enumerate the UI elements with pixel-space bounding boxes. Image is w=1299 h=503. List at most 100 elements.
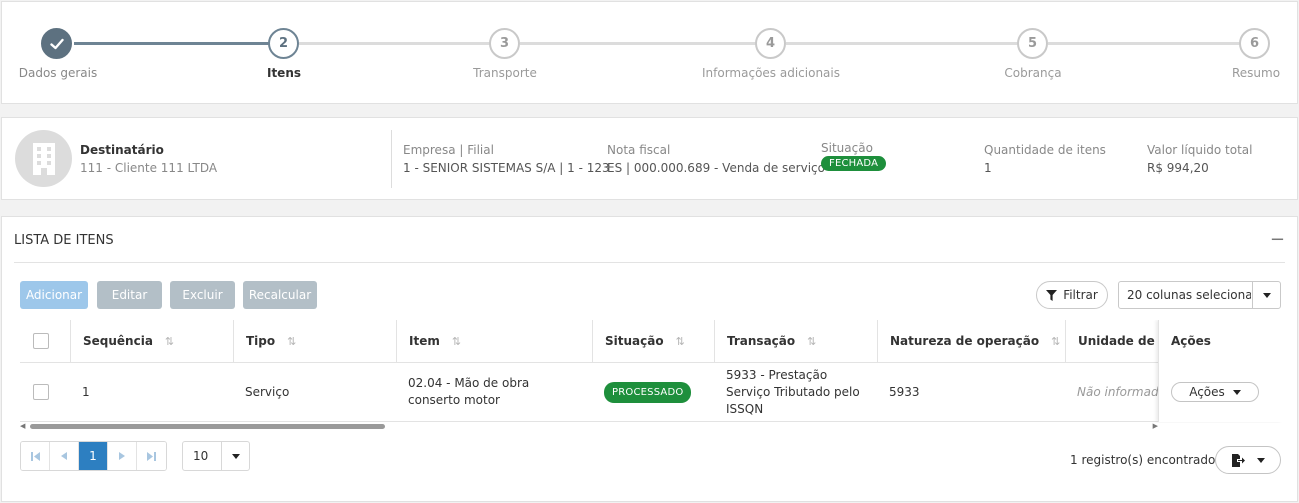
first-page-button[interactable]	[21, 442, 50, 470]
total-value: R$ 994,20	[1147, 161, 1209, 175]
invoice-header: Destinatário 111 - Cliente 111 LTDA Empr…	[1, 117, 1298, 200]
company-value: 1 - SENIOR SISTEMAS S/A | 1 - 123	[403, 161, 610, 175]
items-list-panel: LISTA DE ITENS − Adicionar Editar Exclui…	[1, 216, 1298, 502]
records-count: 1 registro(s) encontrado(s)	[1070, 453, 1231, 467]
last-page-button[interactable]	[137, 442, 166, 470]
select-all-checkbox-cell	[20, 320, 70, 362]
step-label-cobranca: Cobrança	[1004, 66, 1062, 80]
columns-select[interactable]: 20 colunas selecionadas	[1118, 281, 1281, 309]
company-title: Empresa | Filial	[403, 143, 494, 157]
divider	[391, 130, 392, 188]
sort-icon[interactable]: ⇅	[165, 335, 174, 348]
chevron-down-icon	[1252, 282, 1280, 308]
page-size-value: 10	[193, 449, 209, 463]
filter-icon	[1046, 289, 1058, 301]
filter-label: Filtrar	[1063, 288, 1098, 302]
recipient-title: Destinatário	[80, 143, 164, 157]
sort-icon[interactable]: ⇅	[452, 335, 461, 348]
invoice-value: ES | 000.000.689 - Venda de serviço	[607, 161, 825, 175]
chevron-down-icon	[1256, 457, 1265, 463]
column-header-item[interactable]: Item ⇅	[396, 320, 592, 362]
prev-page-button[interactable]	[50, 442, 79, 470]
step-connector	[786, 42, 1019, 45]
column-header-sequencia[interactable]: Sequência ⇅	[70, 320, 233, 362]
actions-column: Ações Ações	[1158, 320, 1282, 422]
step-transporte[interactable]: 3	[489, 28, 520, 59]
page-size-select[interactable]: 10	[182, 441, 250, 471]
step-cobranca[interactable]: 5	[1017, 28, 1048, 59]
row-actions-button[interactable]: Ações	[1171, 382, 1259, 402]
cell-status: PROCESSADO	[592, 363, 714, 421]
filter-button[interactable]: Filtrar	[1036, 281, 1108, 309]
first-page-icon	[30, 451, 40, 461]
recipient-value: 111 - Cliente 111 LTDA	[80, 161, 218, 175]
step-itens[interactable]: 2	[268, 28, 299, 59]
column-header-tipo[interactable]: Tipo ⇅	[233, 320, 396, 362]
chevron-down-icon	[1232, 389, 1241, 395]
export-button[interactable]	[1215, 446, 1281, 474]
company-block: Empresa | Filial 1 - SENIOR SISTEMAS S/A…	[403, 143, 610, 175]
pagination: 1	[20, 441, 167, 471]
step-dados-gerais[interactable]	[41, 28, 72, 59]
invoice-block: Nota fiscal ES | 000.000.689 - Venda de …	[607, 143, 825, 175]
step-label-resumo: Resumo	[1231, 66, 1281, 80]
total-block: Valor líquido total R$ 994,20	[1147, 143, 1253, 175]
recalculate-button[interactable]: Recalcular	[243, 281, 317, 309]
step-connector	[74, 42, 270, 45]
page-button-current[interactable]: 1	[79, 442, 108, 470]
check-icon	[49, 38, 64, 49]
cell-operation-nature: 5933	[889, 384, 920, 399]
next-page-button[interactable]	[108, 442, 137, 470]
select-all-checkbox[interactable]	[33, 333, 49, 349]
status-badge: FECHADA	[821, 156, 887, 171]
sort-icon[interactable]: ⇅	[1051, 335, 1060, 348]
status-block: Situação FECHADA	[821, 141, 887, 171]
cell-sequence: 1	[82, 384, 90, 399]
step-informacoes-adicionais[interactable]: 4	[755, 28, 786, 59]
column-header-situacao[interactable]: Situação ⇅	[592, 320, 714, 362]
step-resumo[interactable]: 6	[1239, 28, 1270, 59]
step-label-dados-gerais: Dados gerais	[18, 66, 98, 80]
add-button[interactable]: Adicionar	[20, 281, 88, 309]
invoice-title: Nota fiscal	[607, 143, 671, 157]
next-page-icon	[119, 452, 125, 460]
status-title: Situação	[821, 141, 873, 155]
status-badge: PROCESSADO	[604, 381, 692, 403]
step-label-itens: Itens	[266, 66, 302, 80]
column-header-natureza[interactable]: Natureza de operação ⇅	[877, 320, 1065, 362]
qty-value: 1	[984, 161, 992, 175]
prev-page-icon	[61, 452, 67, 460]
delete-button[interactable]: Excluir	[170, 281, 235, 309]
collapse-icon[interactable]: −	[1270, 231, 1285, 249]
row-checkbox-cell	[20, 363, 70, 421]
sort-icon[interactable]: ⇅	[676, 335, 685, 348]
row-checkbox[interactable]	[33, 384, 49, 400]
total-title: Valor líquido total	[1147, 143, 1253, 157]
step-label-informacoes: Informações adicionais	[702, 66, 840, 80]
qty-block: Quantidade de itens 1	[984, 143, 1106, 175]
scroll-thumb[interactable]	[30, 424, 385, 429]
column-header-transacao[interactable]: Transação ⇅	[714, 320, 877, 362]
column-header-acoes: Ações	[1171, 334, 1211, 348]
wizard-steps: 2 3 4 5 6 Dados gerais Itens Transporte …	[1, 1, 1298, 104]
step-connector	[299, 42, 491, 45]
horizontal-scrollbar[interactable]: ◀ ▶	[20, 422, 1158, 431]
building-icon	[32, 142, 55, 175]
step-connector	[1048, 42, 1241, 45]
columns-select-value: 20 colunas selecionadas	[1127, 288, 1251, 302]
list-title: LISTA DE ITENS	[14, 233, 114, 248]
chevron-down-icon	[221, 442, 249, 470]
cell-transaction: 5933 - Prestação Serviço Tributado pelo …	[726, 367, 860, 416]
edit-button[interactable]: Editar	[97, 281, 162, 309]
cell-type: Serviço	[245, 384, 290, 399]
avatar	[15, 130, 72, 187]
scroll-left-icon[interactable]: ◀	[20, 422, 25, 430]
step-connector	[520, 42, 757, 45]
qty-title: Quantidade de itens	[984, 143, 1106, 157]
recipient-block: Destinatário 111 - Cliente 111 LTDA	[80, 143, 217, 175]
sort-icon[interactable]: ⇅	[807, 335, 816, 348]
sort-icon[interactable]: ⇅	[287, 335, 296, 348]
divider	[14, 262, 1285, 263]
scroll-right-icon[interactable]: ▶	[1153, 422, 1158, 430]
step-label-transporte: Transporte	[473, 66, 537, 80]
